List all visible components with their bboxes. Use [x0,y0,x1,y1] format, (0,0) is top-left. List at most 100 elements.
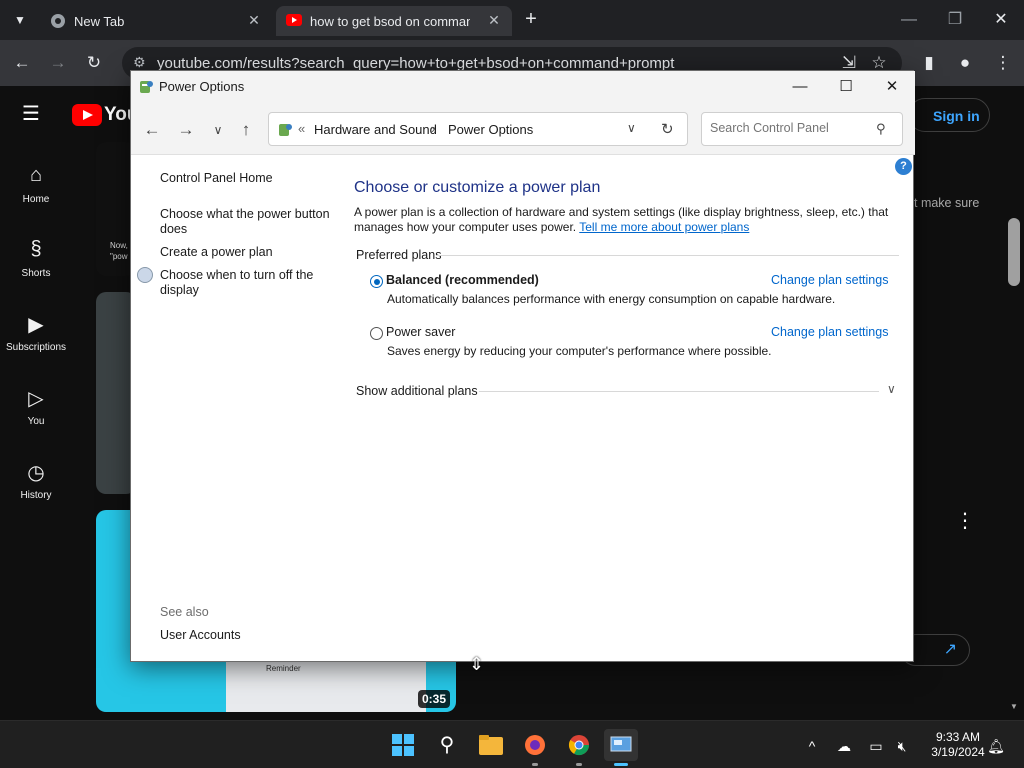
control-panel-taskbar-icon[interactable] [604,729,638,761]
display-timer-icon [137,267,153,283]
tab-title: how to get bsod on command [310,14,470,29]
power-options-icon [140,81,153,93]
preferred-plans-label: Preferred plans [356,248,442,262]
show-hidden-icons-chevron-icon[interactable]: ^ [802,736,822,756]
firefox-icon[interactable] [518,729,552,761]
group-divider [479,391,879,392]
close-tab-icon[interactable]: ✕ [246,12,262,28]
system-clock[interactable]: 9:33 AM 3/19/2024 [920,730,996,760]
restore-browser-icon[interactable]: ❐ [940,8,970,32]
yt-nav-shorts[interactable]: § Shorts [0,238,72,279]
breadcrumb-overflow[interactable]: « [298,121,305,136]
new-tab-plus-icon[interactable]: + [520,8,542,30]
minimize-browser-icon[interactable]: — [894,8,924,32]
sidebar-create-plan-link[interactable]: Create a power plan [160,245,336,260]
forward-arrow-icon[interactable]: → [45,50,71,76]
power-saver-plan-name[interactable]: Power saver [386,325,455,339]
chrome-menu-icon[interactable]: ⋮ [990,50,1016,76]
windows-taskbar: ⚲ ^ ☁ ▭ 🔇︎ 9:33 AM 3/19/2024 🔔︎ [0,720,1024,768]
search-input[interactable] [710,121,870,135]
up-arrow-icon[interactable]: ↑ [233,117,259,143]
balanced-plan-radio[interactable] [370,275,383,288]
yt-nav-you[interactable]: ▷ You [0,386,72,427]
close-window-icon[interactable]: ✕ [869,71,915,103]
network-icon[interactable]: ▭ [866,736,886,756]
running-indicator [576,763,582,766]
power-saver-change-settings-link[interactable]: Change plan settings [771,325,888,339]
youtube-logo-icon[interactable] [72,104,102,126]
address-dropdown-chevron-icon[interactable]: ∨ [627,121,636,135]
refresh-icon[interactable]: ↻ [661,120,674,138]
active-indicator [614,763,628,766]
balanced-change-settings-link[interactable]: Change plan settings [771,273,888,287]
site-info-icon[interactable]: ⚙ [133,54,146,71]
resize-cursor-icon: ⇕ [469,654,485,674]
see-also-user-accounts[interactable]: User Accounts [160,628,336,643]
page-title: Choose or customize a power plan [354,179,601,196]
yt-nav-label: Home [22,194,50,205]
recent-locations-chevron-icon[interactable]: ∨ [205,117,231,143]
maximize-window-icon[interactable]: ☐ [823,71,869,103]
sign-in-button[interactable]: Sign in [908,98,990,132]
balanced-plan-name[interactable]: Balanced (recommended) [386,273,539,287]
yt-nav-label: Shorts [21,268,51,279]
scrollbar-thumb[interactable] [1008,218,1020,286]
intro-text: A power plan is a collection of hardware… [354,205,894,235]
power-saver-plan-radio[interactable] [370,327,383,340]
youtube-favicon-icon [286,14,302,26]
breadcrumb-item[interactable]: Power Options [448,122,533,137]
search-icon[interactable]: ⚲ [430,729,464,761]
reload-icon[interactable]: ↻ [81,50,107,76]
forward-arrow-icon[interactable]: → [173,117,199,143]
breadcrumb-item[interactable]: Hardware and Sound [314,122,437,137]
yt-nav-history[interactable]: ◷ History [0,460,72,501]
browser-tab-new-tab[interactable]: New Tab ✕ [40,6,272,36]
video-duration: 0:35 [418,690,451,708]
chrome-icon[interactable] [562,729,596,761]
profile-avatar-icon[interactable]: ● [952,50,978,76]
thumb-caption: Now, [110,241,128,250]
sidebar-display-off-link[interactable]: Choose when to turn off the display [160,268,330,298]
start-windows-icon[interactable] [386,729,420,761]
hamburger-menu-icon[interactable]: ☰ [22,104,46,124]
minimize-window-icon[interactable]: — [777,71,823,103]
notifications-bell-icon[interactable]: 🔔︎ [986,736,1006,756]
close-tab-icon[interactable]: ✕ [486,12,502,28]
clock-date: 3/19/2024 [931,745,985,759]
show-additional-plans[interactable]: Show additional plans [356,384,478,398]
browser-tab-youtube[interactable]: how to get bsod on command ✕ [276,6,512,36]
video-snippet: t make sure [914,196,980,210]
thumb-caption: "pow [110,252,128,261]
sign-in-label: Sign in [933,108,980,124]
address-breadcrumb[interactable]: « Hardware and Sound › Power Options ∨ ↻ [268,112,688,146]
side-panel-icon[interactable]: ▮ [916,50,942,76]
sidebar-control-panel-home[interactable]: Control Panel Home [160,171,336,186]
onedrive-icon[interactable]: ☁ [834,736,854,756]
yt-nav-subscriptions[interactable]: ▶ Subscriptions [0,312,72,353]
back-arrow-icon[interactable]: ← [9,50,35,76]
scroll-down-icon[interactable]: ▼ [1010,702,1018,711]
tell-me-more-link[interactable]: Tell me more about power plans [579,220,749,234]
back-arrow-icon[interactable]: ← [139,117,165,143]
help-icon[interactable]: ? [895,158,912,175]
tab-search-chevron-icon[interactable]: ▼ [8,8,32,32]
file-explorer-icon[interactable] [474,729,508,761]
yt-nav-home[interactable]: ⌂ Home [0,164,72,205]
search-icon[interactable]: ⚲ [876,121,886,137]
expand-chevron-icon[interactable]: ∨ [887,382,896,396]
subscriptions-icon: ▶ [28,314,44,336]
yt-nav-label: You [27,416,45,427]
window-titlebar[interactable]: Power Options — ☐ ✕ [131,71,915,103]
breadcrumb-separator-icon[interactable]: › [431,121,435,136]
close-browser-icon[interactable]: ✕ [986,8,1016,32]
volume-muted-icon[interactable]: 🔇︎ [892,736,912,756]
chrome-icon [51,14,65,28]
tab-title: New Tab [74,14,125,29]
control-panel-icon [279,124,292,136]
more-options-icon[interactable]: ⋮ [955,508,975,533]
explorer-nav-bar: ← → ∨ ↑ « Hardware and Sound › Power Opt… [131,103,915,155]
see-also-label: See also [160,605,209,619]
running-indicator [532,763,538,766]
sidebar-power-button-link[interactable]: Choose what the power button does [160,207,336,237]
search-control-panel[interactable]: ⚲ [701,112,903,146]
